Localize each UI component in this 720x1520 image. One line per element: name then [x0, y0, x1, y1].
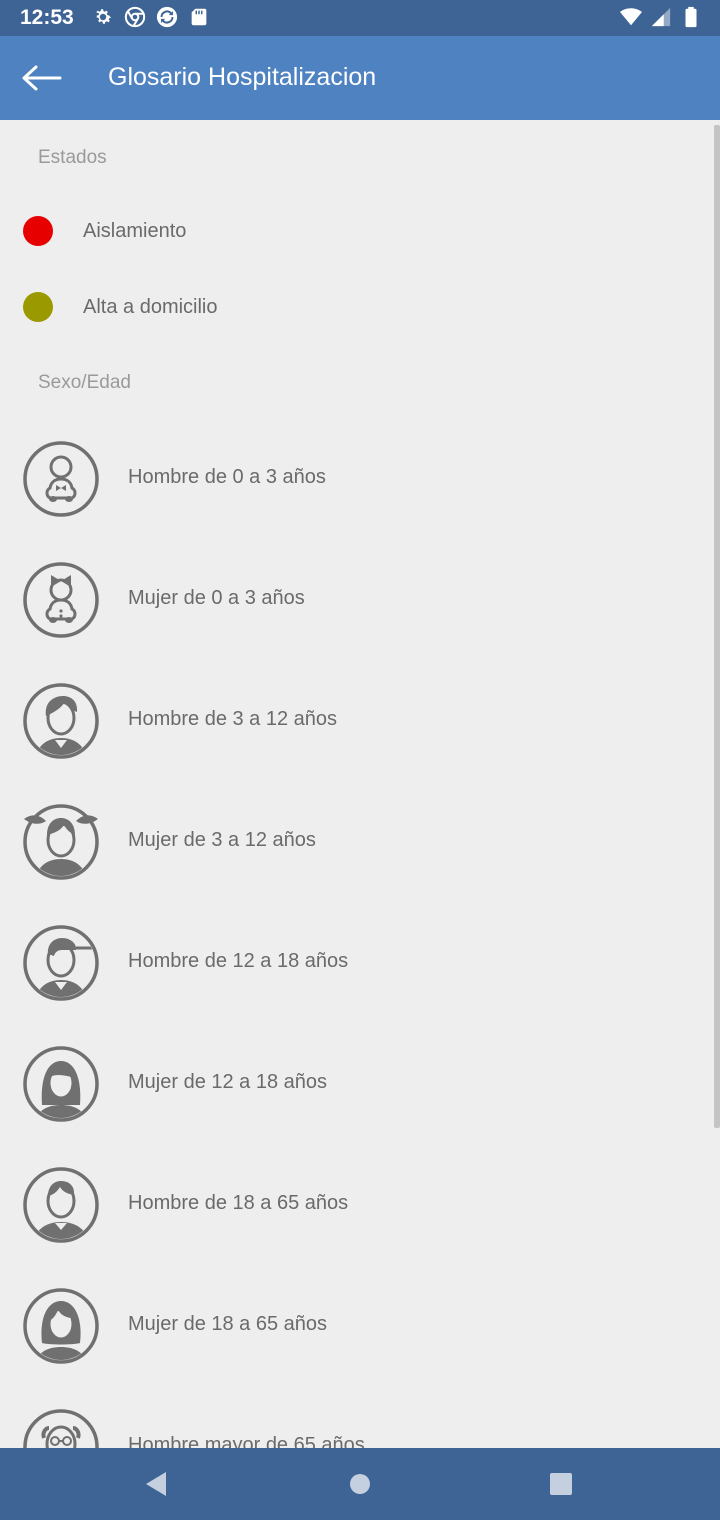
glossary-list[interactable]: Estados Aislamiento Alta a domicilio Sex… — [0, 120, 720, 1448]
list-item-person[interactable]: Hombre mayor de 65 años — [0, 1408, 712, 1448]
wifi-icon — [620, 8, 642, 26]
sync-icon — [156, 6, 178, 28]
status-bar: 12:53 — [0, 0, 720, 36]
adult-man-icon — [23, 1167, 99, 1243]
app-bar: Glosario Hospitalizacion — [0, 36, 720, 120]
list-item-person[interactable]: Hombre de 18 a 65 años — [0, 1166, 712, 1287]
list-item-person[interactable]: Mujer de 0 a 3 años — [0, 561, 712, 682]
person-label: Mujer de 3 a 12 años — [128, 829, 316, 851]
person-label: Mujer de 18 a 65 años — [128, 1313, 328, 1335]
arrow-left-icon[interactable] — [18, 58, 66, 98]
baby-girl-icon — [23, 562, 99, 638]
status-dot-olive-icon — [23, 292, 53, 322]
list-item-person[interactable]: Hombre de 0 a 3 años — [0, 440, 712, 561]
gear-icon — [96, 9, 112, 24]
recents-square-icon[interactable] — [541, 1464, 581, 1504]
sd-card-icon — [191, 8, 207, 26]
status-dot-red-icon — [23, 216, 53, 246]
girl-child-icon — [23, 804, 99, 880]
chrome-icon — [124, 6, 146, 28]
person-label: Mujer de 0 a 3 años — [128, 587, 305, 609]
list-item-person[interactable]: Mujer de 18 a 65 años — [0, 1287, 712, 1408]
person-label: Hombre mayor de 65 años — [128, 1434, 365, 1448]
back-triangle-icon[interactable] — [138, 1464, 178, 1504]
list-item-aislamiento[interactable]: Aislamiento — [0, 193, 712, 269]
section-header-sexo-edad: Sexo/Edad — [38, 372, 131, 393]
person-label: Hombre de 0 a 3 años — [128, 466, 326, 488]
list-item-alta-domicilio[interactable]: Alta a domicilio — [0, 269, 712, 345]
scrollbar[interactable] — [714, 125, 720, 1128]
baby-boy-icon — [23, 441, 99, 517]
system-nav-bar — [0, 1448, 720, 1520]
teen-boy-icon — [23, 925, 99, 1001]
person-label: Hombre de 12 a 18 años — [128, 950, 349, 972]
adult-woman-icon — [23, 1288, 99, 1364]
boy-child-icon — [23, 683, 99, 759]
home-circle-icon[interactable] — [340, 1464, 380, 1504]
battery-icon — [685, 6, 697, 28]
list-item-person[interactable]: Mujer de 3 a 12 años — [0, 803, 712, 924]
status-time: 12:53 — [20, 6, 74, 29]
person-label: Hombre de 3 a 12 años — [128, 708, 338, 730]
elderly-man-icon — [23, 1409, 99, 1448]
status-right-icons — [620, 6, 702, 30]
person-label: Mujer de 12 a 18 años — [128, 1071, 328, 1093]
status-left-icons — [92, 6, 210, 30]
state-label: Alta a domicilio — [83, 296, 218, 318]
teen-girl-icon — [23, 1046, 99, 1122]
section-header-estados: Estados — [38, 147, 107, 168]
list-item-person[interactable]: Hombre de 3 a 12 años — [0, 682, 712, 803]
list-item-person[interactable]: Mujer de 12 a 18 años — [0, 1045, 712, 1166]
signal-icon — [651, 7, 671, 27]
page-title: Glosario Hospitalizacion — [108, 63, 377, 91]
person-label: Hombre de 18 a 65 años — [128, 1192, 349, 1214]
list-item-person[interactable]: Hombre de 12 a 18 años — [0, 924, 712, 1045]
state-label: Aislamiento — [83, 220, 187, 242]
